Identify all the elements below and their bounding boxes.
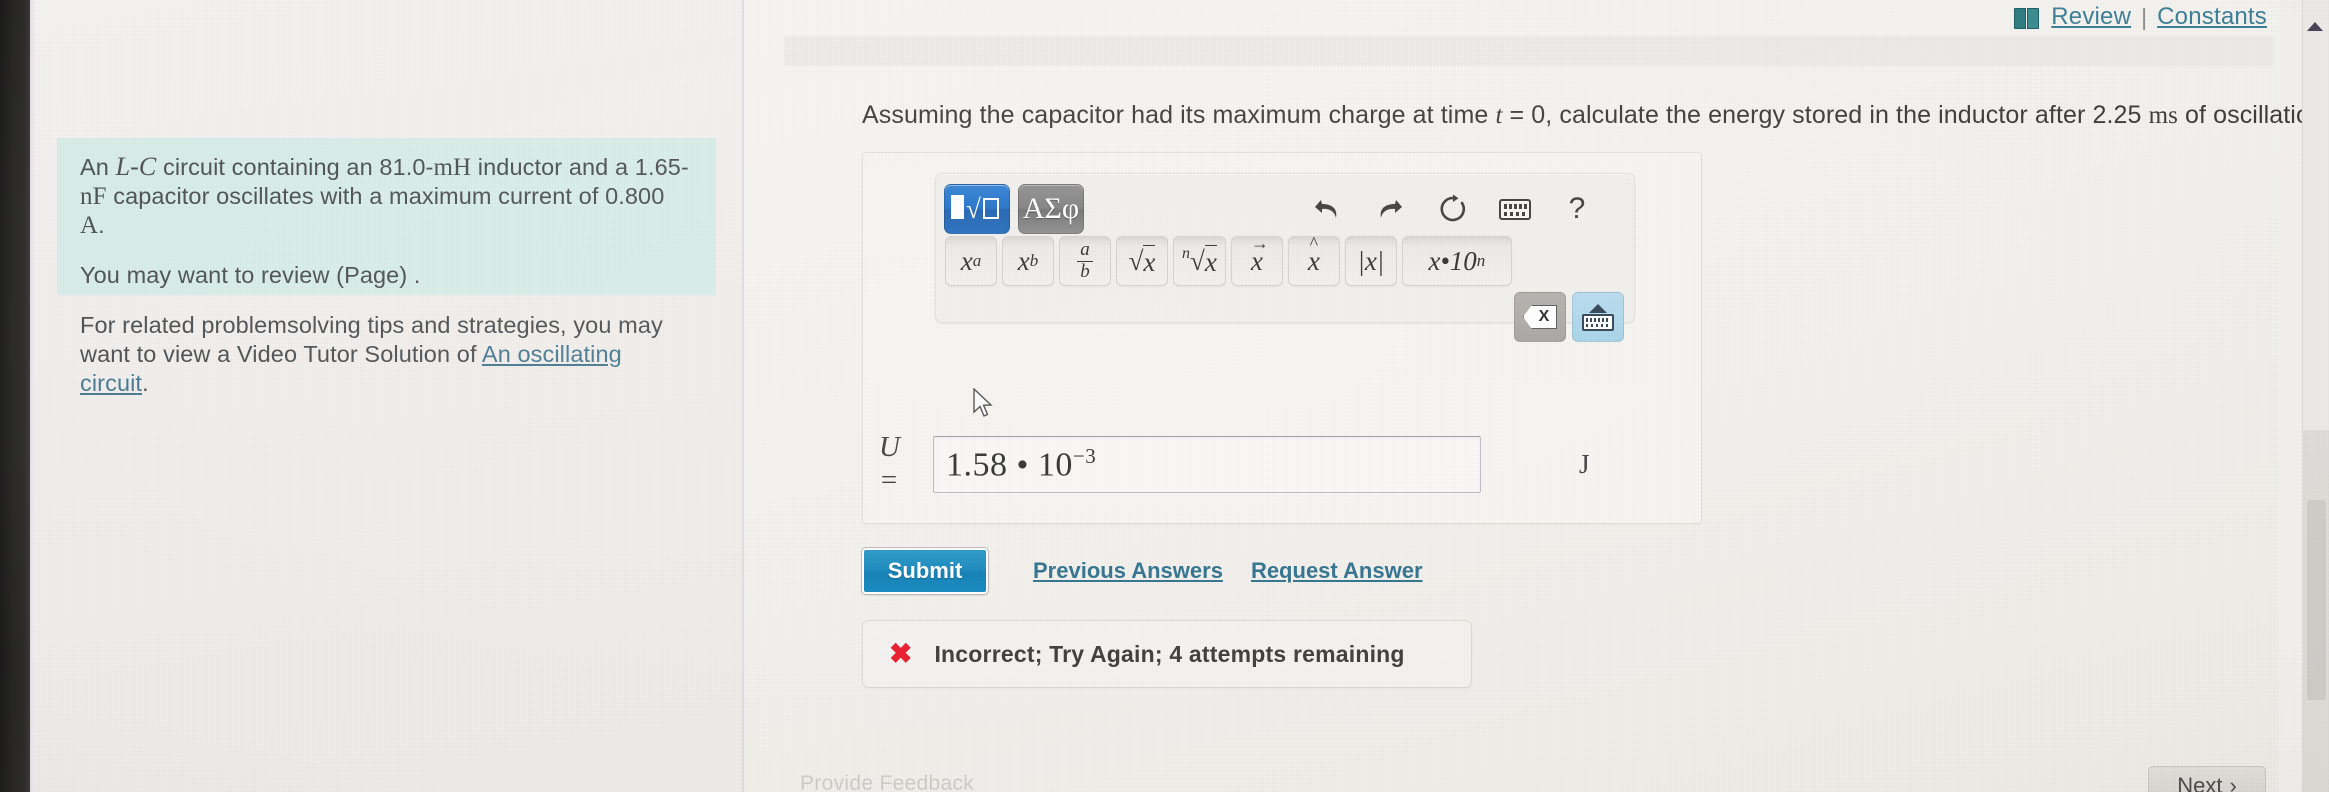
problem-statement-card: An L-C circuit containing an 81.0-mH ind… [57, 138, 716, 396]
vector-accent: → [1250, 232, 1269, 253]
scroll-up-arrow-icon[interactable] [2307, 22, 2323, 31]
monitor-bezel [0, 0, 30, 792]
book-icon [2014, 7, 2040, 29]
show-keyboard-icon [1582, 313, 1614, 331]
problem-line-1: An L-C circuit containing an 81.0-mH ind… [80, 152, 694, 240]
reset-icon[interactable] [1436, 192, 1470, 226]
toolbar-row-bottom: X [1514, 292, 1624, 342]
amp-unit: A [80, 212, 99, 239]
problem-text-d: capacitor oscillates with a maximum curr… [106, 183, 665, 209]
problem-text-b: circuit containing an 81.0- [156, 154, 434, 180]
template-square-icon [982, 198, 999, 219]
vertical-scrollbar[interactable] [2302, 0, 2329, 792]
vector-glyph: → x [1250, 232, 1269, 276]
vector-key[interactable]: → x [1230, 232, 1283, 286]
problem-text-a: An [80, 154, 116, 180]
problem-text-c: inductor and a 1.65- [471, 154, 689, 180]
math-template-button[interactable]: √ [944, 184, 1010, 234]
undo-icon[interactable] [1310, 192, 1344, 226]
math-template-icon: √ [951, 194, 999, 224]
superscript-key[interactable]: xa [945, 236, 997, 286]
problem-text-end: . [98, 212, 105, 238]
template-box-icon [951, 195, 964, 219]
submit-row: Submit Previous Answers Request Answer [861, 547, 1423, 595]
provide-feedback-link[interactable]: Provide Feedback [800, 772, 974, 792]
header-separator: | [2141, 3, 2148, 30]
answer-exponent: −3 [1072, 443, 1097, 468]
problem-line-3: For related problemsolving tips and stra… [80, 311, 694, 398]
previous-answers-link[interactable]: Previous Answers [1033, 558, 1223, 584]
reset-circular-arrow-svg [1440, 194, 1466, 222]
constants-link[interactable]: Constants [2157, 3, 2267, 31]
answer-mantissa: 1.58 • 10 [946, 446, 1073, 484]
fraction-glyph: ab [1077, 240, 1093, 282]
question-part-a: Assuming the capacitor had its maximum c… [862, 101, 1496, 129]
red-x-icon: ✖ [889, 638, 913, 669]
redo-icon[interactable] [1373, 192, 1407, 226]
ms-unit: ms [2148, 102, 2178, 129]
review-link[interactable]: Review [2051, 3, 2131, 31]
subscript-key[interactable]: xb [1002, 236, 1054, 286]
question-text: Assuming the capacitor had its maximum c… [862, 100, 2329, 131]
mh-unit: mH [433, 154, 472, 181]
keyboard-toggle-button[interactable] [1572, 292, 1624, 342]
answer-input[interactable]: 1.58 • 10−3 [933, 435, 1481, 493]
radical-icon: √ [966, 194, 981, 224]
square-root-key[interactable]: √ x [1116, 236, 1168, 286]
nth-root-key[interactable]: n √ x [1173, 236, 1226, 286]
greek-symbols-label: ΑΣφ [1022, 192, 1080, 225]
unit-vector-key[interactable]: ^ x [1287, 232, 1340, 286]
feedback-box: ✖ Incorrect; Try Again; 4 attempts remai… [862, 620, 1472, 688]
scroll-thumb[interactable] [2307, 500, 2326, 700]
answer-row: U = 1.58 • 10−3 J [879, 431, 1687, 496]
request-answer-link[interactable]: Request Answer [1251, 558, 1423, 584]
content-top-bar [784, 36, 2274, 66]
problem-text-f: . [142, 370, 149, 396]
hat-accent: ^ [1309, 232, 1319, 253]
answer-label: U = [879, 431, 900, 496]
next-label: Next [2177, 773, 2223, 792]
backspace-icon: X [1523, 305, 1557, 329]
next-chevron-icon: › [2229, 773, 2237, 792]
next-button[interactable]: Next › [2148, 766, 2266, 792]
submit-button[interactable]: Submit [861, 547, 989, 595]
backspace-button[interactable]: X [1514, 292, 1566, 342]
question-part-b: = 0, calculate the energy stored in the … [1502, 101, 2149, 129]
hat-glyph: ^ x [1307, 232, 1320, 276]
undo-arrow-svg [1315, 200, 1337, 218]
nf-unit: nF [80, 183, 107, 210]
browser-screenshot: Review | Constants An L-C circuit contai… [0, 0, 2329, 792]
feedback-message: Incorrect; Try Again; 4 attempts remaini… [934, 640, 1405, 667]
math-input-toolbar: √ ΑΣφ ? x a x b a b √ x n √ x → x ^ x |x… [935, 173, 1635, 342]
redo-arrow-svg [1380, 200, 1402, 218]
help-icon[interactable]: ? [1560, 192, 1594, 226]
keyboard-icon[interactable] [1499, 198, 1531, 220]
toolbar-tools: ? [1310, 192, 1594, 226]
fraction-numerator: a [1077, 240, 1093, 262]
scientific-notation-key[interactable]: x•10 n [1401, 236, 1512, 286]
greek-symbols-button[interactable]: ΑΣφ [1018, 184, 1084, 234]
absolute-value-key[interactable]: |x| [1344, 236, 1397, 286]
fraction-denominator: b [1080, 260, 1090, 282]
toolbar-row-keys: xa xb ab √ x n √ x → x ^ x |x| x•10 n [945, 232, 1512, 286]
answer-value: 1.58 • 10−3 [946, 444, 1096, 484]
problem-line-2: You may want to review (Page) . [80, 262, 421, 288]
variable-t: t [1495, 102, 1503, 129]
fraction-key[interactable]: ab [1059, 236, 1111, 286]
chevron-up-icon [1589, 303, 1607, 313]
lc-symbol: L-C [115, 152, 157, 181]
bezel-glow [30, 0, 35, 792]
answer-unit: J [1579, 448, 1590, 479]
header-links: Review | Constants [2014, 0, 2267, 34]
toolbar-row-top: √ ΑΣφ ? [944, 181, 1628, 237]
